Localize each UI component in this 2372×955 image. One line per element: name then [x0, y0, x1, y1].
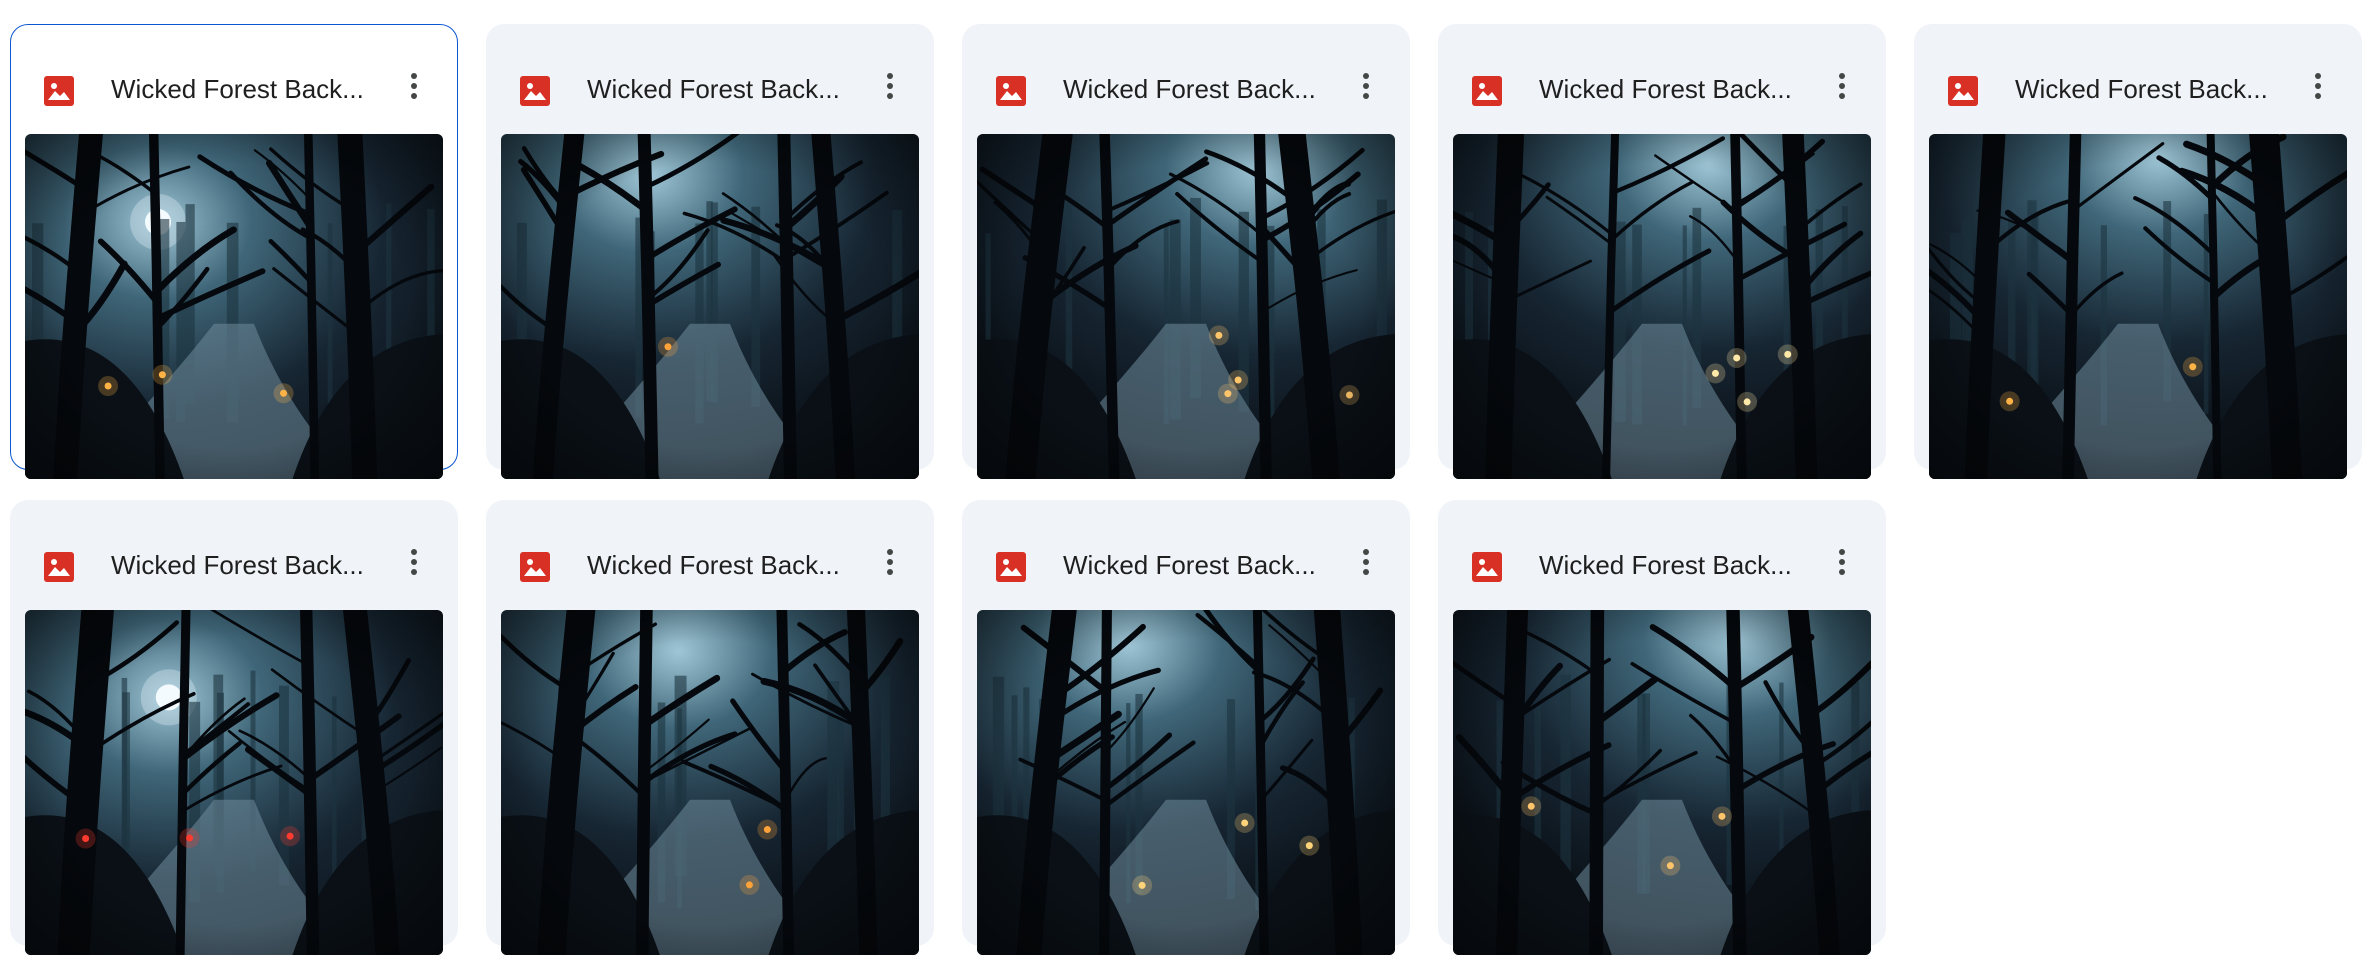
file-name: Wicked Forest Back... — [587, 74, 840, 104]
file-card-header[interactable]: Wicked Forest Back... — [11, 25, 457, 135]
file-name: Wicked Forest Back... — [1063, 74, 1316, 104]
file-name: Wicked Forest Back... — [1539, 74, 1792, 104]
file-card[interactable]: Wicked Forest Back... — [962, 500, 1410, 955]
more-options-button[interactable] — [392, 66, 436, 110]
image-file-icon — [44, 552, 74, 582]
file-card-header[interactable]: Wicked Forest Back... — [1438, 24, 1886, 134]
more-options-button[interactable] — [1820, 66, 1864, 110]
file-card-header[interactable]: Wicked Forest Back... — [10, 500, 458, 610]
image-file-icon — [44, 76, 74, 106]
file-grid: Wicked Forest Back... Wicked Forest Back… — [0, 0, 2372, 955]
more-vert-icon — [886, 71, 894, 106]
more-vert-icon — [2314, 71, 2322, 106]
file-card[interactable]: Wicked Forest Back... — [486, 500, 934, 955]
file-thumbnail[interactable] — [25, 134, 443, 479]
file-card-header[interactable]: Wicked Forest Back... — [486, 500, 934, 610]
file-name: Wicked Forest Back... — [1063, 550, 1316, 580]
file-card[interactable]: Wicked Forest Back... — [10, 500, 458, 955]
file-card-header[interactable]: Wicked Forest Back... — [962, 500, 1410, 610]
file-card[interactable]: Wicked Forest Back... — [962, 24, 1410, 479]
more-options-button[interactable] — [1820, 542, 1864, 586]
file-name: Wicked Forest Back... — [111, 550, 364, 580]
image-file-icon — [1948, 76, 1978, 106]
file-name: Wicked Forest Back... — [111, 74, 364, 104]
file-thumbnail[interactable] — [501, 134, 919, 479]
file-name: Wicked Forest Back... — [2015, 74, 2268, 104]
file-thumbnail[interactable] — [1929, 134, 2347, 479]
file-thumbnail[interactable] — [1453, 610, 1871, 955]
file-card-header[interactable]: Wicked Forest Back... — [1914, 24, 2362, 134]
image-file-icon — [1472, 552, 1502, 582]
more-options-button[interactable] — [868, 66, 912, 110]
image-file-icon — [996, 76, 1026, 106]
image-file-icon — [520, 76, 550, 106]
image-file-icon — [1472, 76, 1502, 106]
more-vert-icon — [886, 547, 894, 582]
more-vert-icon — [1838, 71, 1846, 106]
more-vert-icon — [1362, 71, 1370, 106]
image-file-icon — [520, 552, 550, 582]
file-name: Wicked Forest Back... — [587, 550, 840, 580]
more-vert-icon — [410, 547, 418, 582]
more-options-button[interactable] — [1344, 542, 1388, 586]
file-name: Wicked Forest Back... — [1539, 550, 1792, 580]
file-card-header[interactable]: Wicked Forest Back... — [1438, 500, 1886, 610]
more-vert-icon — [410, 71, 418, 106]
file-card[interactable]: Wicked Forest Back... — [1438, 500, 1886, 955]
file-card[interactable]: Wicked Forest Back... — [1438, 24, 1886, 479]
more-options-button[interactable] — [868, 542, 912, 586]
image-file-icon — [996, 552, 1026, 582]
more-vert-icon — [1838, 547, 1846, 582]
more-options-button[interactable] — [392, 542, 436, 586]
file-thumbnail[interactable] — [977, 134, 1395, 479]
file-card[interactable]: Wicked Forest Back... — [486, 24, 934, 479]
file-thumbnail[interactable] — [1453, 134, 1871, 479]
file-thumbnail[interactable] — [501, 610, 919, 955]
file-thumbnail[interactable] — [977, 610, 1395, 955]
more-options-button[interactable] — [2296, 66, 2340, 110]
file-card-header[interactable]: Wicked Forest Back... — [962, 24, 1410, 134]
more-options-button[interactable] — [1344, 66, 1388, 110]
file-card[interactable]: Wicked Forest Back... — [1914, 24, 2362, 479]
file-card[interactable]: Wicked Forest Back... — [10, 24, 458, 479]
file-card-header[interactable]: Wicked Forest Back... — [486, 24, 934, 134]
more-vert-icon — [1362, 547, 1370, 582]
file-thumbnail[interactable] — [25, 610, 443, 955]
